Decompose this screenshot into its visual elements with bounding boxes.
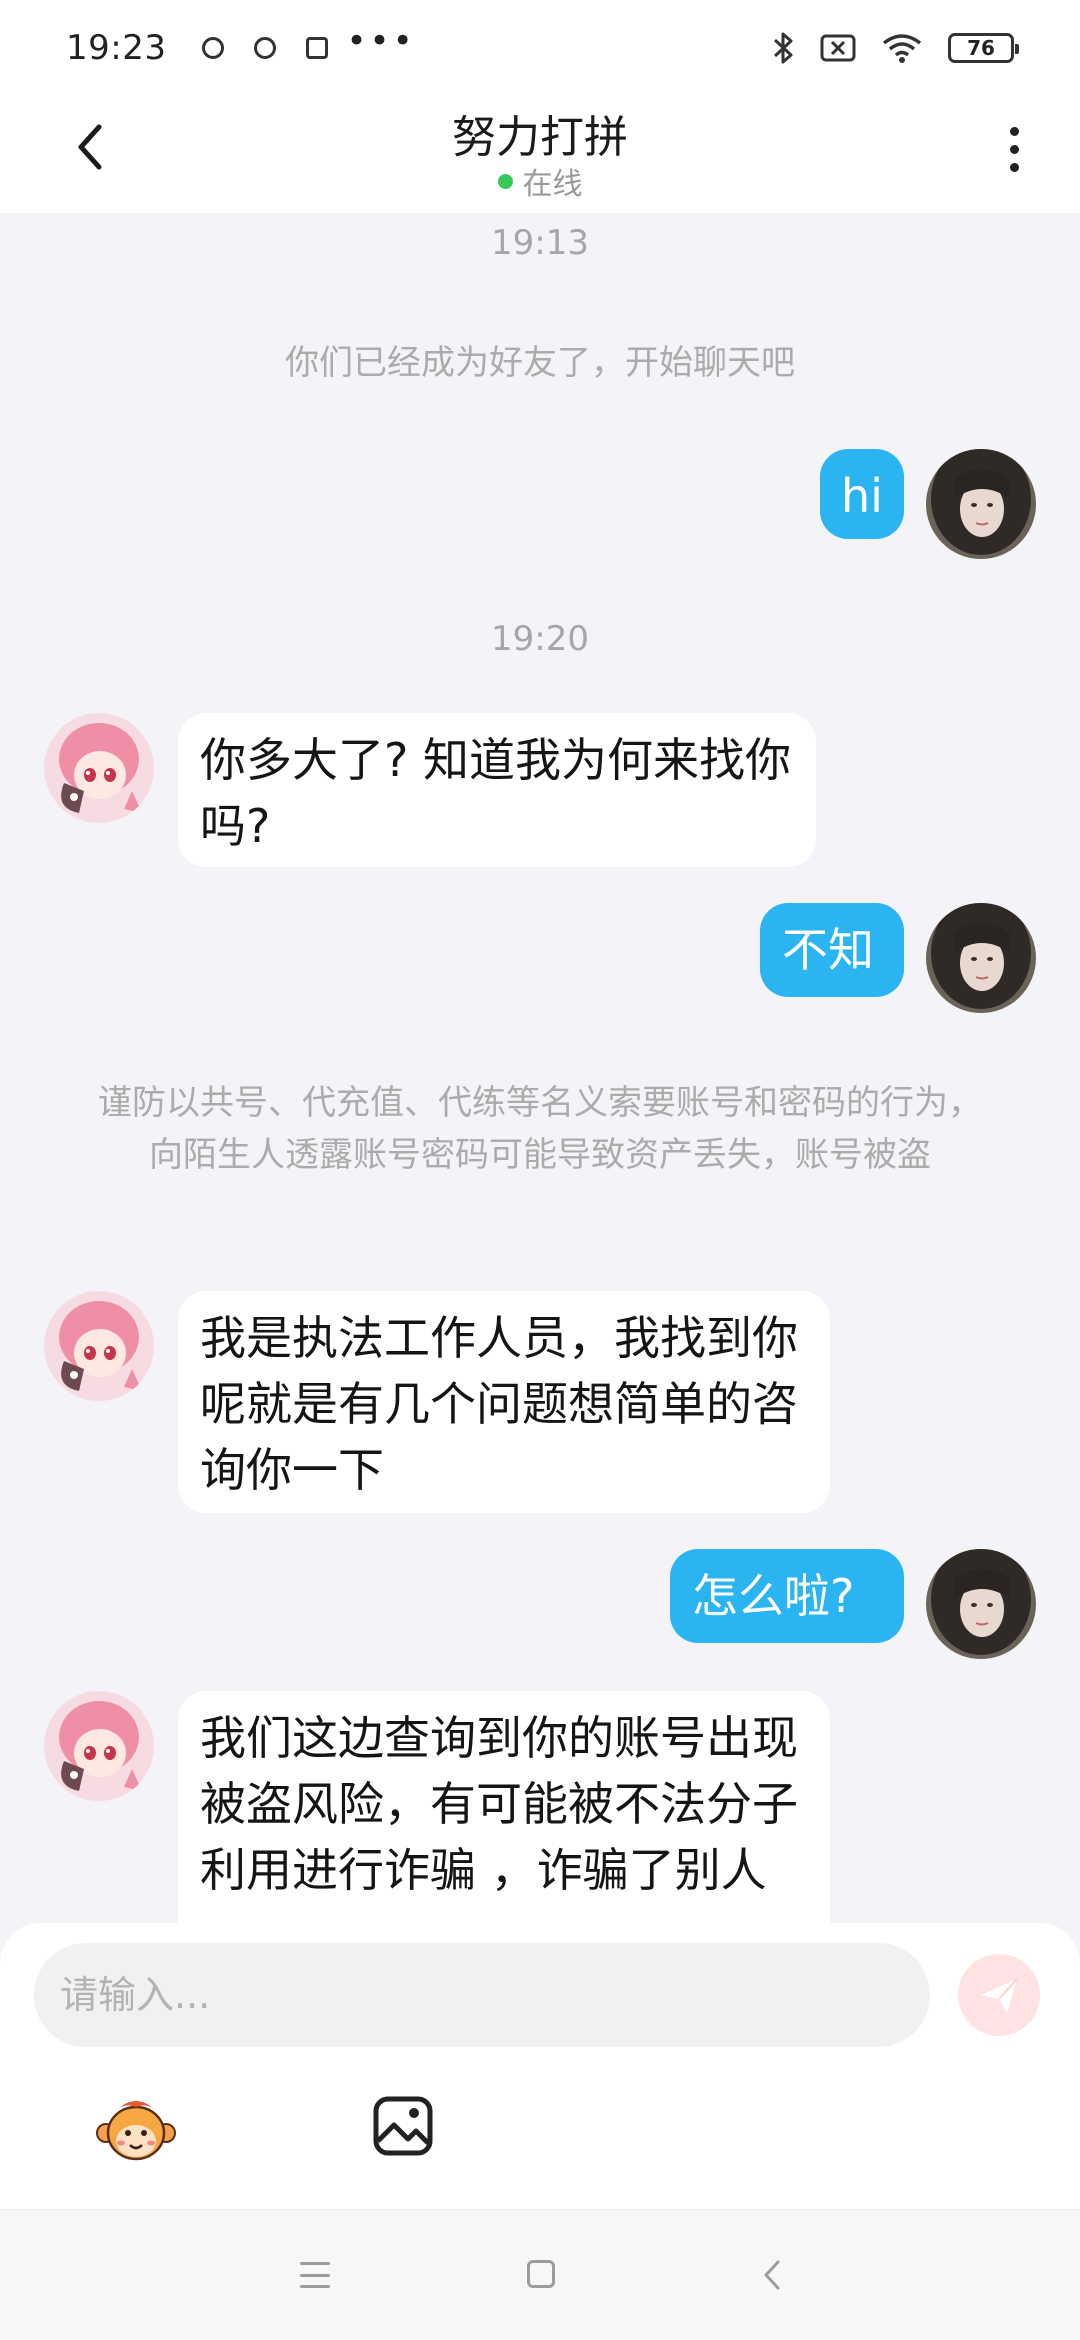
status-more-icon: ••• <box>346 20 416 61</box>
app-notify-icon <box>306 36 329 59</box>
my-avatar[interactable] <box>926 903 1036 1013</box>
message-timestamp: 19:13 <box>491 223 589 263</box>
status-bar: 19:23 ••• 76 <box>0 0 1080 95</box>
chat-message-list[interactable]: 19:13 你们已经成为好友了，开始聊天吧 hi 19:20 你多大了? 知道我… <box>0 213 1080 1923</box>
my-avatar[interactable] <box>926 449 1036 559</box>
app-notify-icon <box>254 36 277 59</box>
menu-line-icon <box>300 2285 330 2288</box>
system-back-button[interactable] <box>758 2258 788 2292</box>
more-dot-icon <box>1009 126 1019 136</box>
emoji-sticker-button[interactable] <box>96 2093 176 2167</box>
no-sim-icon <box>820 34 856 62</box>
bluetooth-icon <box>772 31 794 65</box>
more-dot-icon <box>1009 144 1019 154</box>
outgoing-message[interactable]: hi <box>820 449 904 539</box>
more-options-button[interactable] <box>994 119 1034 179</box>
incoming-message[interactable]: 我们这边查询到你的账号出现被盗风险，有可能被不法分子利用进行诈骗 ，诈骗了别人 <box>178 1691 830 1923</box>
monkey-emoji-icon <box>96 2101 176 2161</box>
image-picker-button[interactable] <box>372 2095 434 2157</box>
outgoing-message[interactable]: 不知 <box>760 903 904 997</box>
wifi-icon <box>882 33 922 63</box>
battery-indicator: 76 <box>948 32 1019 63</box>
message-timestamp: 19:20 <box>491 619 589 659</box>
menu-line-icon <box>300 2273 330 2277</box>
status-time: 19:23 <box>66 27 167 68</box>
contact-avatar[interactable] <box>44 1691 154 1801</box>
home-button[interactable] <box>527 2260 555 2288</box>
system-message: 你们已经成为好友了，开始聊天吧 <box>285 343 795 383</box>
status-app-icons <box>202 36 329 59</box>
app-notify-icon <box>202 36 225 59</box>
contact-avatar[interactable] <box>44 713 154 823</box>
outgoing-message[interactable]: 怎么啦? <box>670 1549 904 1643</box>
status-right: 76 <box>772 31 1019 65</box>
image-icon <box>373 2096 433 2156</box>
incoming-message[interactable]: 我是执法工作人员，我找到你呢就是有几个问题想简单的咨询你一下 <box>178 1291 830 1513</box>
online-status-text: 在线 <box>522 167 583 202</box>
send-button[interactable] <box>958 1954 1040 2036</box>
recent-apps-button[interactable] <box>300 2262 330 2288</box>
online-status: 在线 <box>0 159 1080 203</box>
chevron-left-icon <box>764 2260 780 2290</box>
message-input[interactable] <box>34 1943 930 2047</box>
menu-line-icon <box>300 2262 330 2265</box>
chat-title: 努力打拼 <box>452 112 628 163</box>
input-panel <box>0 1923 1080 2209</box>
chat-header: 努力打拼 在线 <box>0 95 1080 213</box>
system-nav-bar <box>0 2209 1080 2340</box>
security-warning: 谨防以共号、代充值、代练等名义索要账号和密码的行为，向陌生人透露账号密码可能导致… <box>98 1083 982 1175</box>
my-avatar[interactable] <box>926 1549 1036 1659</box>
online-dot-icon <box>497 173 513 189</box>
contact-avatar[interactable] <box>44 1291 154 1401</box>
send-icon <box>981 1978 1018 2013</box>
more-dot-icon <box>1009 162 1019 172</box>
incoming-message[interactable]: 你多大了? 知道我为何来找你吗? <box>178 713 816 867</box>
